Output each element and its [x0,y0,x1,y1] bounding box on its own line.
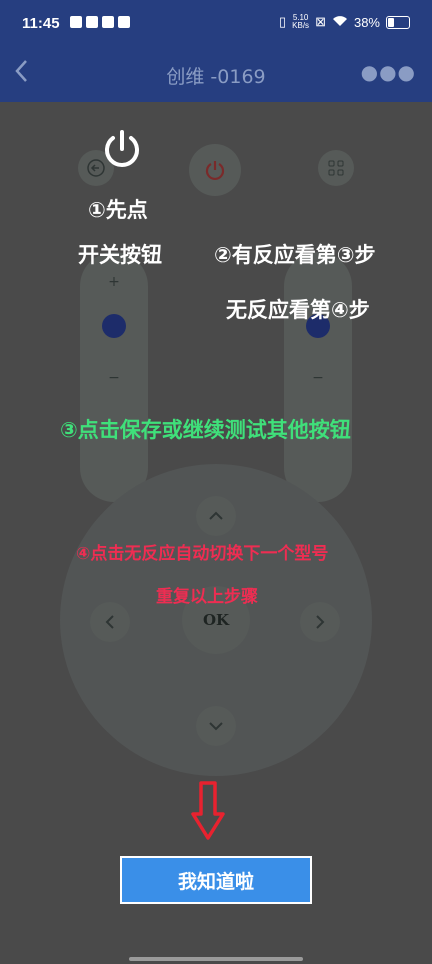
power-button[interactable] [189,144,241,196]
app-bar: 创维 -0169 ●●● [0,48,432,102]
guide-step1-line2: 开关按钮 [78,243,162,267]
video-icon [102,16,114,28]
gesture-nav-bar[interactable] [129,957,303,961]
volume-rocker[interactable]: + − [284,252,352,502]
more-dots-icon[interactable]: ●●● [361,60,416,84]
guide-step4-line2: 重复以上步骤 [156,587,258,607]
mail-icon [70,16,82,28]
system-icons: ▯ 5.10 KB/s ⊠ 38% [279,14,410,30]
vibrate-icon: ▯ [279,14,287,29]
guide-step1-line1: ①先点 [88,198,148,222]
up-icon[interactable] [196,496,236,536]
guide-step2-line2: 无反应看第④步 [226,298,370,322]
channel-minus[interactable]: − [80,370,148,386]
guide-step3: ③点击保存或继续测试其他按钮 [60,418,351,442]
tv-icon [102,314,126,338]
sim-icon: ⊠ [315,14,326,29]
network-speed: 5.10 KB/s [292,13,310,30]
got-it-button[interactable]: 我知道啦 [120,856,312,904]
sync-icon [118,16,130,28]
wifi-icon [332,15,348,30]
battery-icon [386,15,410,29]
notification-icons [70,16,130,28]
left-icon[interactable] [90,602,130,642]
channel-plus[interactable]: + [80,274,148,290]
battery-percent: 38% [353,14,380,30]
status-bar: 11:45 ▯ 5.10 KB/s ⊠ 38% [0,0,432,48]
app-icon [86,16,98,28]
channel-rocker[interactable]: + − [80,252,148,502]
down-icon[interactable] [196,706,236,746]
menu-grid-icon[interactable] [318,150,354,186]
clock: 11:45 [22,15,60,32]
guide-step2-line1: ②有反应看第③步 [214,243,376,267]
arrow-down-icon [190,780,226,846]
power-highlight-icon [101,128,143,174]
right-icon[interactable] [300,602,340,642]
guide-step4-line1: ④点击无反应自动切换下一个型号 [76,544,329,564]
volume-minus[interactable]: − [284,370,352,386]
